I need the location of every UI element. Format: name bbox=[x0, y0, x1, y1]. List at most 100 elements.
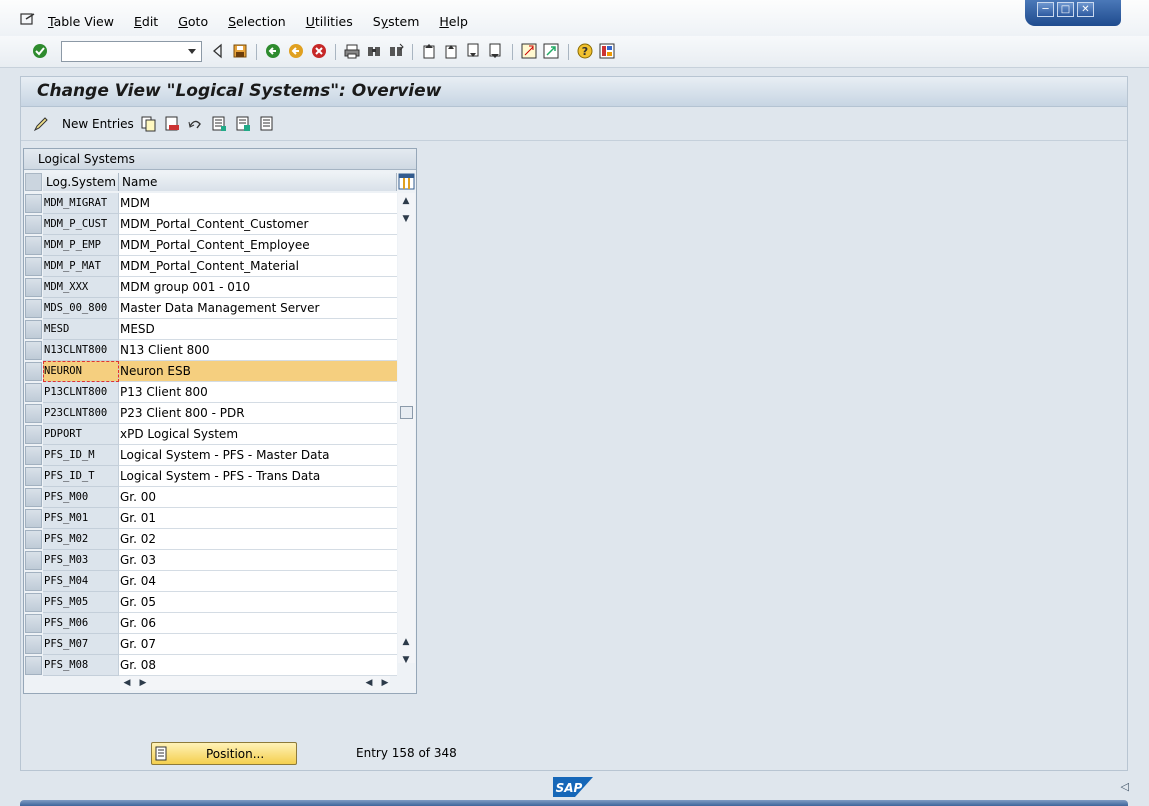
table-row[interactable]: P23CLNT800 P23 Client 800 - PDR bbox=[24, 403, 397, 424]
row-selector[interactable] bbox=[25, 257, 42, 276]
enter-icon[interactable] bbox=[32, 43, 48, 59]
table-row[interactable]: PFS_M02 Gr. 02 bbox=[24, 529, 397, 550]
menu-goto[interactable]: Goto bbox=[178, 14, 208, 29]
table-row[interactable]: PFS_M00 Gr. 00 bbox=[24, 487, 397, 508]
cell-log-system[interactable]: P23CLNT800 bbox=[43, 403, 119, 424]
row-selector[interactable] bbox=[25, 194, 42, 213]
position-button[interactable]: Position... bbox=[151, 742, 297, 765]
cell-log-system[interactable]: PFS_M02 bbox=[43, 529, 119, 550]
cell-name[interactable]: MDM_Portal_Content_Customer bbox=[119, 214, 397, 235]
back-icon[interactable] bbox=[265, 43, 281, 59]
cell-log-system[interactable]: PFS_M04 bbox=[43, 571, 119, 592]
first-page-icon[interactable] bbox=[421, 43, 437, 59]
cell-log-system[interactable]: PDPORT bbox=[43, 424, 119, 445]
table-row[interactable]: PFS_M04 Gr. 04 bbox=[24, 571, 397, 592]
cell-log-system[interactable]: PFS_ID_T bbox=[43, 466, 119, 487]
cell-log-system[interactable]: PFS_ID_M bbox=[43, 445, 119, 466]
new-entries-button[interactable]: New Entries bbox=[62, 117, 134, 131]
row-selector[interactable] bbox=[25, 656, 42, 675]
cell-name[interactable]: Gr. 03 bbox=[119, 550, 397, 571]
maximize-icon[interactable]: □ bbox=[1057, 2, 1074, 17]
vertical-scrollbar[interactable]: ▲ ▼ ▲ ▼ bbox=[398, 193, 415, 665]
menu-edit[interactable]: Edit bbox=[134, 14, 158, 29]
table-row[interactable]: MDM_P_CUST MDM_Portal_Content_Customer bbox=[24, 214, 397, 235]
cell-log-system[interactable]: MESD bbox=[43, 319, 119, 340]
scroll-right-icon[interactable]: ▶ bbox=[138, 677, 148, 689]
cell-log-system[interactable]: PFS_M06 bbox=[43, 613, 119, 634]
scroll-thumb[interactable] bbox=[400, 406, 413, 419]
help-icon[interactable]: ? bbox=[577, 43, 593, 59]
row-selector[interactable] bbox=[25, 509, 42, 528]
scroll-up-icon[interactable]: ▲ bbox=[400, 195, 412, 207]
row-selector[interactable] bbox=[25, 341, 42, 360]
cell-name[interactable]: MESD bbox=[119, 319, 397, 340]
cell-name[interactable]: Neuron ESB bbox=[119, 361, 397, 382]
row-selector[interactable] bbox=[25, 299, 42, 318]
next-page-icon[interactable] bbox=[465, 43, 481, 59]
cancel-icon[interactable] bbox=[311, 43, 327, 59]
undo-change-icon[interactable] bbox=[187, 116, 203, 132]
table-settings-icon[interactable] bbox=[398, 173, 415, 190]
cell-log-system[interactable]: PFS_M03 bbox=[43, 550, 119, 571]
menu-help[interactable]: Help bbox=[439, 14, 468, 29]
cell-name[interactable]: P13 Client 800 bbox=[119, 382, 397, 403]
column-header-name[interactable]: Name bbox=[119, 173, 397, 191]
column-header-log-system[interactable]: Log.System bbox=[43, 173, 119, 191]
find-next-icon[interactable] bbox=[388, 43, 404, 59]
row-selector[interactable] bbox=[25, 593, 42, 612]
cell-name[interactable]: P23 Client 800 - PDR bbox=[119, 403, 397, 424]
table-row[interactable]: MDM_P_MAT MDM_Portal_Content_Material bbox=[24, 256, 397, 277]
find-icon[interactable] bbox=[366, 43, 382, 59]
table-row[interactable]: MDM_MIGRAT MDM bbox=[24, 193, 397, 214]
menu-table-view[interactable]: Table View bbox=[48, 14, 114, 29]
table-row[interactable]: MDS_00_800 Master Data Management Server bbox=[24, 298, 397, 319]
previous-page-icon[interactable] bbox=[443, 43, 459, 59]
delete-icon[interactable] bbox=[164, 116, 180, 132]
exit-icon[interactable] bbox=[288, 43, 304, 59]
menu-system[interactable]: System bbox=[373, 14, 420, 29]
row-selector[interactable] bbox=[25, 488, 42, 507]
scroll-right-icon[interactable]: ▶ bbox=[380, 677, 390, 689]
cell-log-system[interactable]: MDM_XXX bbox=[43, 277, 119, 298]
cell-log-system[interactable]: MDM_MIGRAT bbox=[43, 193, 119, 214]
cell-log-system[interactable]: MDM_P_MAT bbox=[43, 256, 119, 277]
table-row[interactable]: P13CLNT800 P13 Client 800 bbox=[24, 382, 397, 403]
cell-name[interactable]: Gr. 04 bbox=[119, 571, 397, 592]
table-row[interactable]: PDPORT xPD Logical System bbox=[24, 424, 397, 445]
cell-name[interactable]: Logical System - PFS - Master Data bbox=[119, 445, 397, 466]
row-selector[interactable] bbox=[25, 572, 42, 591]
table-row[interactable]: PFS_M03 Gr. 03 bbox=[24, 550, 397, 571]
cell-log-system[interactable]: PFS_M08 bbox=[43, 655, 119, 676]
save-icon[interactable] bbox=[232, 43, 248, 59]
status-collapse-icon[interactable]: ◁ bbox=[1121, 780, 1129, 793]
cell-name[interactable]: MDM_Portal_Content_Material bbox=[119, 256, 397, 277]
cell-name[interactable]: Gr. 02 bbox=[119, 529, 397, 550]
select-all-column-header[interactable] bbox=[25, 173, 42, 191]
cell-name[interactable]: MDM bbox=[119, 193, 397, 214]
cell-name[interactable]: Gr. 01 bbox=[119, 508, 397, 529]
cell-log-system[interactable]: PFS_M05 bbox=[43, 592, 119, 613]
row-selector[interactable] bbox=[25, 467, 42, 486]
cell-log-system[interactable]: PFS_M00 bbox=[43, 487, 119, 508]
row-selector[interactable] bbox=[25, 530, 42, 549]
cell-log-system[interactable]: MDS_00_800 bbox=[43, 298, 119, 319]
table-row[interactable]: PFS_M07 Gr. 07 bbox=[24, 634, 397, 655]
table-row[interactable]: PFS_ID_M Logical System - PFS - Master Da… bbox=[24, 445, 397, 466]
cell-name[interactable]: Gr. 05 bbox=[119, 592, 397, 613]
cell-name[interactable]: MDM group 001 - 010 bbox=[119, 277, 397, 298]
table-row[interactable]: PFS_M01 Gr. 01 bbox=[24, 508, 397, 529]
table-row[interactable]: PFS_M06 Gr. 06 bbox=[24, 613, 397, 634]
minimize-icon[interactable]: ─ bbox=[1037, 2, 1054, 17]
select-all-icon[interactable] bbox=[211, 116, 227, 132]
cell-log-system[interactable]: P13CLNT800 bbox=[43, 382, 119, 403]
row-selector[interactable] bbox=[25, 215, 42, 234]
command-field[interactable] bbox=[61, 41, 202, 62]
row-selector[interactable] bbox=[25, 362, 42, 381]
cell-name[interactable]: xPD Logical System bbox=[119, 424, 397, 445]
cell-name[interactable]: Gr. 08 bbox=[119, 655, 397, 676]
row-selector[interactable] bbox=[25, 278, 42, 297]
table-row[interactable]: PFS_M05 Gr. 05 bbox=[24, 592, 397, 613]
cell-name[interactable]: Gr. 06 bbox=[119, 613, 397, 634]
layout-menu-icon[interactable] bbox=[599, 43, 615, 59]
row-selector[interactable] bbox=[25, 551, 42, 570]
